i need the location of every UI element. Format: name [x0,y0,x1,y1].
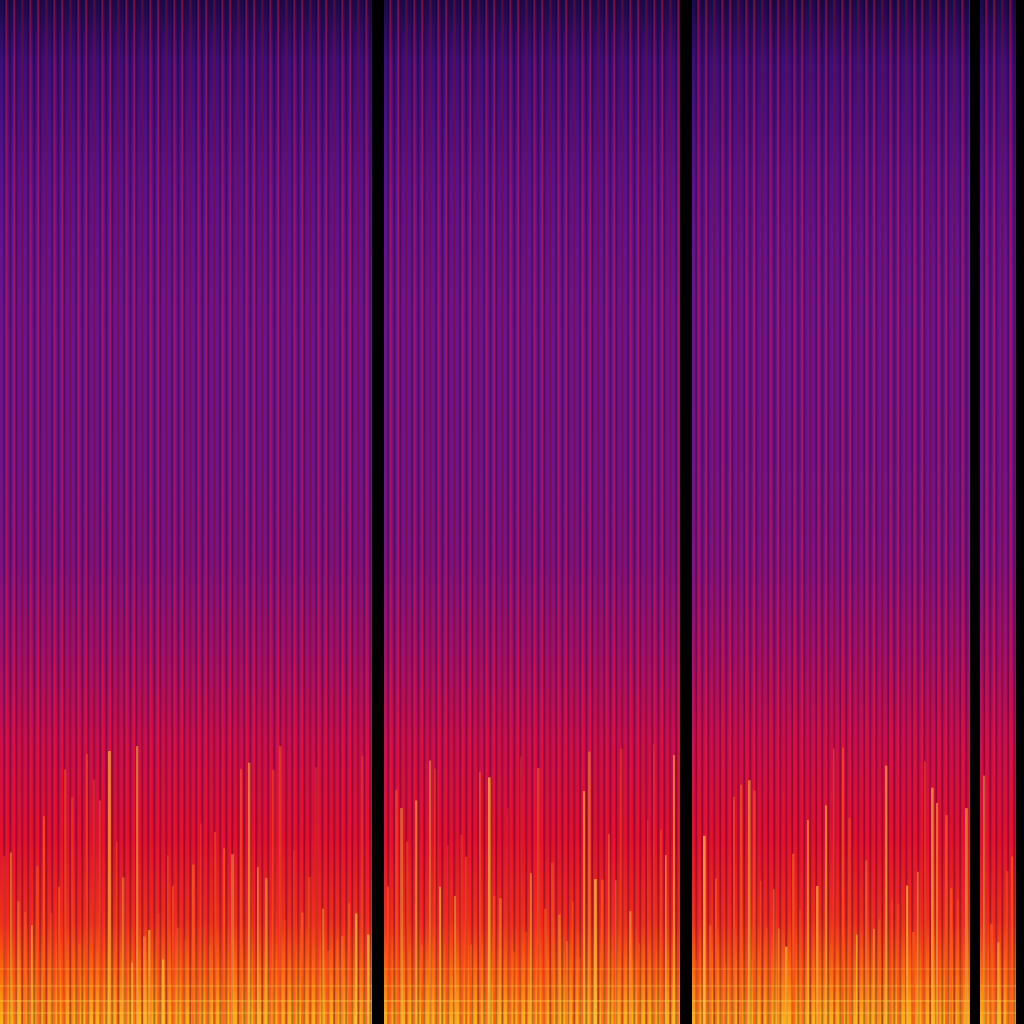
spectrogram-segment-2 [384,0,680,1024]
spectrogram-canvas [0,0,1024,1024]
silence-gap-2 [680,0,692,1024]
spectrogram-segment-1 [0,0,372,1024]
silence-gap-1 [372,0,384,1024]
silence-gap-3 [970,0,980,1024]
spectrogram-segment-3 [692,0,970,1024]
spectrogram-segment-4 [980,0,1016,1024]
silence-gap-4 [1016,0,1024,1024]
